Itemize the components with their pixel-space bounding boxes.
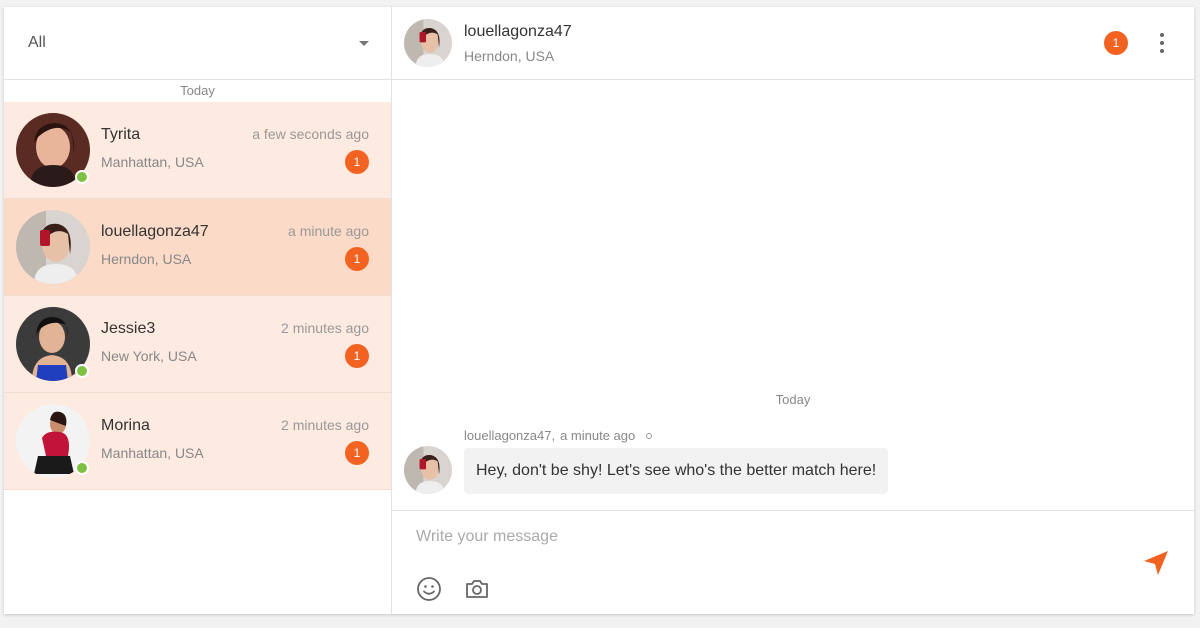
camera-icon[interactable] bbox=[464, 576, 490, 602]
conversation-list: Tyrita a few seconds ago Manhattan, USA … bbox=[4, 102, 391, 490]
conversation-time: a minute ago bbox=[288, 223, 369, 239]
unread-badge: 1 bbox=[345, 247, 369, 271]
conversation-name: Tyrita bbox=[101, 126, 141, 143]
avatar[interactable] bbox=[404, 19, 452, 67]
conversation-item[interactable]: Tyrita a few seconds ago Manhattan, USA … bbox=[4, 102, 391, 199]
conversation-location: Manhattan, USA bbox=[101, 445, 204, 461]
conversation-time: 2 minutes ago bbox=[281, 417, 369, 433]
chat-partner-name[interactable]: louellagonza47 bbox=[464, 23, 1104, 41]
caret-down-icon bbox=[359, 40, 369, 46]
conversation-time: a few seconds ago bbox=[252, 126, 369, 142]
message-time: a minute ago bbox=[560, 428, 636, 443]
message-bubble: Hey, don't be shy! Let's see who's the b… bbox=[464, 448, 889, 494]
message-meta: louellagonza47, a minute ago bbox=[464, 428, 888, 443]
conversation-name: Jessie3 bbox=[101, 320, 156, 337]
unread-badge: 1 bbox=[345, 441, 369, 465]
chat-partner-location: Herndon, USA bbox=[464, 47, 555, 64]
conversation-name: Morina bbox=[101, 417, 150, 434]
messenger-app: All Today Tyrita a few seconds ago Manha… bbox=[4, 7, 1194, 614]
message-item: louellagonza47, a minute ago Hey, don't … bbox=[404, 428, 889, 494]
unread-badge: 1 bbox=[345, 344, 369, 368]
chat-header: louellagonza47 Herndon, USA 1 bbox=[392, 7, 1194, 80]
online-status-dot bbox=[75, 364, 89, 378]
conversation-name: louellagonza47 bbox=[101, 223, 209, 240]
online-status-dot bbox=[75, 461, 89, 475]
conversation-location: Manhattan, USA bbox=[101, 154, 204, 170]
avatar bbox=[404, 446, 452, 494]
conversation-sidebar: All Today Tyrita a few seconds ago Manha… bbox=[4, 7, 392, 614]
message-status-icon bbox=[646, 432, 653, 439]
unread-badge: 1 bbox=[345, 150, 369, 174]
conversation-item-active[interactable]: louellagonza47 a minute ago Herndon, USA… bbox=[4, 199, 391, 296]
message-composer bbox=[392, 510, 1194, 614]
conversation-time: 2 minutes ago bbox=[281, 320, 369, 336]
filter-value: All bbox=[28, 34, 46, 51]
conversation-item[interactable]: Morina 2 minutes ago Manhattan, USA 1 bbox=[4, 393, 391, 490]
smiley-icon[interactable] bbox=[416, 576, 442, 602]
conversation-location: Herndon, USA bbox=[101, 251, 192, 267]
day-separator: Today bbox=[180, 83, 215, 98]
chat-panel: louellagonza47 Herndon, USA 1 Today loue… bbox=[392, 7, 1194, 614]
online-status-dot bbox=[75, 170, 89, 184]
conversation-location: New York, USA bbox=[101, 348, 197, 364]
message-area: Today louellagonza47, a minute ago Hey, … bbox=[392, 80, 1194, 510]
more-vertical-icon[interactable] bbox=[1152, 30, 1172, 56]
filter-dropdown[interactable]: All bbox=[4, 7, 391, 80]
conversation-item[interactable]: Jessie3 2 minutes ago New York, USA 1 bbox=[4, 296, 391, 393]
avatar bbox=[16, 210, 90, 284]
day-separator: Today bbox=[775, 392, 811, 407]
unread-badge: 1 bbox=[1104, 31, 1128, 55]
message-input[interactable] bbox=[416, 528, 1116, 546]
message-sender: louellagonza47, bbox=[464, 428, 556, 443]
send-icon[interactable] bbox=[1142, 549, 1170, 577]
